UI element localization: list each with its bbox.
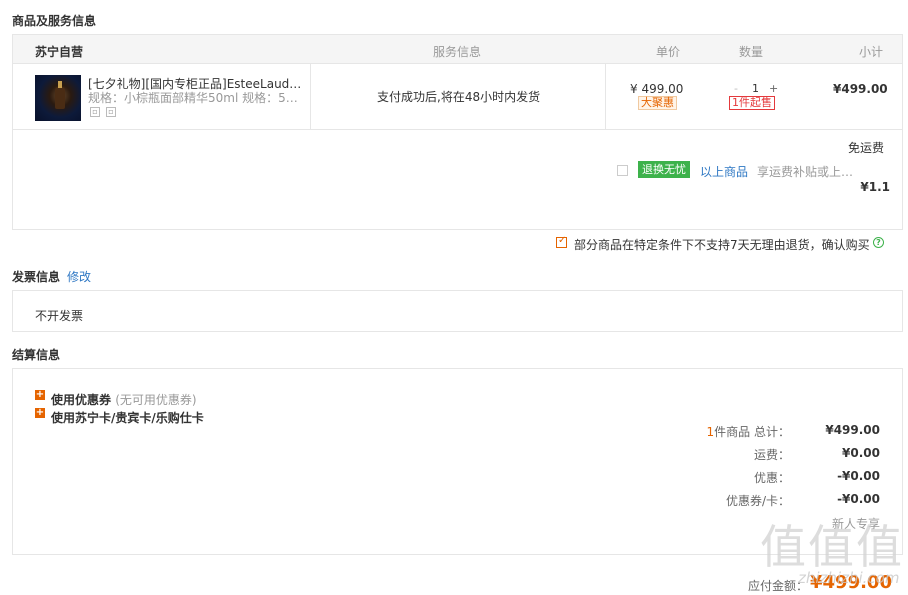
total-value: ¥499.00 [825, 423, 880, 437]
service-info: 支付成功后,将在48小时内发货 [377, 90, 541, 104]
qty-plus-button[interactable]: + [769, 82, 778, 95]
invoice-value: 不开发票 [35, 309, 84, 323]
total-label: 件商品 总计： [714, 425, 790, 439]
coupon-note: (无可用优惠券) [115, 393, 197, 407]
coupon-card-value: -¥0.00 [837, 492, 880, 506]
coupon-label: 使用优惠券 [51, 393, 112, 407]
shipping-info: 免运费 [847, 141, 884, 155]
promo-tag: 大聚惠 [638, 96, 677, 110]
discount-value: -¥0.00 [837, 469, 880, 483]
discount-label: 优惠： [753, 471, 790, 485]
table-row: [七夕礼物][国内专柜正品]EsteeLauder雅诗兰黛小棕瓶 规格：小棕瓶面… [12, 64, 903, 130]
card-toggle[interactable]: 使用苏宁卡/贵宾卡/乐购仕卡 [51, 409, 204, 426]
seller-name: 苏宁自营 [35, 45, 84, 59]
item-subtotal: ¥499.00 [833, 82, 888, 96]
return-notice: 部分商品在特定条件下不支持7天无理由退货，确认购买 [574, 238, 870, 252]
total-count-label: 1件商品 总计： [707, 423, 790, 440]
settlement-section-title: 结算信息 [12, 348, 61, 362]
freight-value: ¥0.00 [842, 446, 880, 460]
watermark-domain: zhizhizhi.com [798, 569, 900, 587]
header-qty: 数量 [739, 45, 764, 59]
help-icon[interactable]: ? [873, 237, 884, 248]
freight-label: 运费： [753, 448, 790, 462]
return-desc: 享运费补贴或上门取件 [757, 165, 865, 179]
watermark-logo: 值值值 [760, 520, 904, 574]
shipping-panel: 免运费 退换无忧 以上商品 享运费补贴或上门取件 ¥1.1 [12, 130, 903, 230]
column-divider [310, 64, 311, 129]
return-goods-link[interactable]: 以上商品 [700, 163, 748, 180]
column-divider [605, 64, 606, 129]
return-insurance-checkbox[interactable] [617, 165, 628, 176]
gift-icon: ▫ [90, 107, 100, 117]
invoice-section-title: 发票信息 [12, 270, 61, 284]
agree-checkbox[interactable] [556, 235, 567, 248]
qty-value[interactable]: 1 [752, 82, 759, 95]
return-badge: 退换无忧 [638, 161, 690, 178]
invoice-icon: ▫ [106, 107, 116, 117]
product-spec: 规格：小棕瓶面部精华50ml 规格：50ml [88, 91, 303, 105]
header-subtotal: 小计 [859, 45, 884, 59]
expand-plus-icon[interactable]: + [35, 390, 45, 400]
product-thumbnail[interactable] [35, 75, 81, 121]
invoice-edit-link[interactable]: 修改 [67, 268, 91, 285]
coupon-toggle[interactable]: 使用优惠券 (无可用优惠券) [51, 391, 197, 408]
header-price: 单价 [656, 45, 681, 59]
quantity-stepper: - 1 + [731, 82, 781, 96]
expand-plus-icon[interactable]: + [35, 408, 45, 418]
qty-minus-button[interactable]: - [734, 82, 738, 95]
invoice-panel: 不开发票 [12, 290, 903, 332]
site-watermark: 值值值 zhizhizhi.com [760, 505, 908, 595]
min-purchase-tag: 1件起售 [729, 96, 775, 110]
header-service: 服务信息 [433, 45, 482, 59]
return-price: ¥1.1 [860, 180, 890, 194]
goods-table-header: 苏宁自营 服务信息 单价 数量 小计 [12, 34, 903, 64]
goods-section-title: 商品及服务信息 [12, 14, 97, 28]
unit-price: ¥ 499.00 [630, 82, 684, 96]
